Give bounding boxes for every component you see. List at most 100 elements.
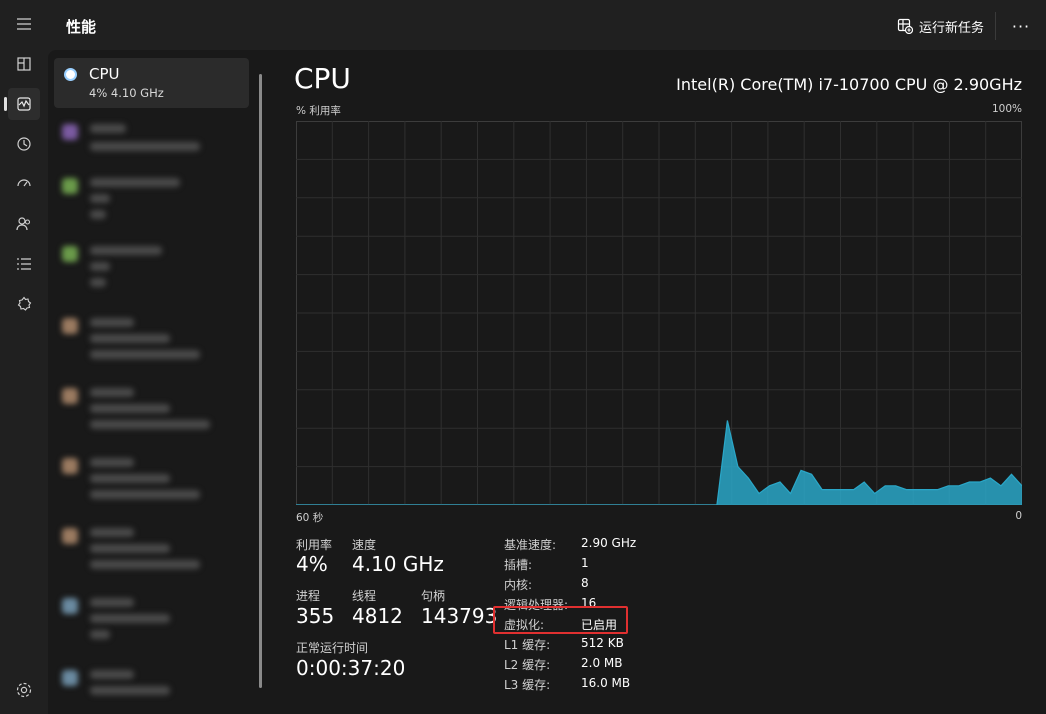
- threads-label: 线程: [352, 589, 377, 603]
- handles-value: 143793: [421, 604, 498, 628]
- services-icon[interactable]: [8, 288, 40, 320]
- spec-label: L2 缓存:: [504, 658, 551, 672]
- device-item-cpu[interactable]: CPU 4% 4.10 GHz: [54, 58, 249, 108]
- utilization-value: 4%: [296, 552, 328, 576]
- device-item-blurred[interactable]: [54, 590, 249, 640]
- blurred-text: [90, 124, 126, 133]
- blurred-text: [90, 598, 134, 607]
- blurred-text: [90, 178, 180, 187]
- device-color-icon: [62, 178, 78, 194]
- device-item-blurred[interactable]: [54, 662, 249, 712]
- blurred-text: [90, 458, 134, 467]
- device-item-blurred[interactable]: [54, 450, 249, 500]
- startup-apps-icon[interactable]: [8, 168, 40, 200]
- device-color-icon: [62, 528, 78, 544]
- uptime-value: 0:00:37:20: [296, 656, 406, 680]
- blurred-text: [90, 334, 170, 343]
- blurred-text: [90, 686, 170, 695]
- spec-value: 1: [581, 556, 589, 570]
- blurred-text: [90, 194, 110, 203]
- device-color-icon: [62, 598, 78, 614]
- device-name: CPU: [89, 65, 120, 83]
- settings-icon[interactable]: [14, 680, 34, 700]
- blurred-text: [90, 210, 106, 219]
- users-icon[interactable]: [8, 208, 40, 240]
- virtualization-highlight-box: [493, 606, 628, 634]
- spec-value: 16.0 MB: [581, 676, 631, 690]
- blurred-text: [90, 350, 200, 359]
- blurred-text: [90, 142, 200, 151]
- spec-value: 8: [581, 576, 589, 590]
- device-list-scrollbar[interactable]: [259, 74, 262, 688]
- blurred-text: [90, 490, 200, 499]
- spec-label: 内核:: [504, 578, 533, 592]
- blurred-text: [90, 420, 210, 429]
- blurred-text: [90, 388, 134, 397]
- chart-y-max-label: 100%: [991, 103, 1022, 115]
- device-item-blurred[interactable]: [54, 170, 249, 220]
- header-divider: [995, 12, 996, 40]
- utilization-label: 利用率: [296, 538, 333, 552]
- blurred-text: [90, 404, 170, 413]
- more-options-button[interactable]: ···: [1010, 16, 1032, 36]
- chart-x-left-label: 60 秒: [296, 512, 324, 524]
- run-task-icon: [897, 18, 913, 34]
- spec-value: 2.90 GHz: [581, 536, 637, 550]
- details-icon[interactable]: [8, 248, 40, 280]
- blurred-text: [90, 614, 170, 623]
- spec-value: 512 KB: [581, 636, 624, 650]
- device-item-blurred[interactable]: [54, 116, 249, 166]
- spec-value: 2.0 MB: [581, 656, 623, 670]
- spec-label: L1 缓存:: [504, 638, 551, 652]
- blurred-text: [90, 560, 200, 569]
- device-item-blurred[interactable]: [54, 310, 249, 360]
- device-color-icon: [62, 318, 78, 334]
- device-list: CPU 4% 4.10 GHz: [54, 58, 249, 714]
- run-task-label: 运行新任务: [918, 20, 984, 36]
- threads-value: 4812: [352, 604, 403, 628]
- device-color-icon: [62, 388, 78, 404]
- blurred-text: [90, 262, 110, 271]
- processes-label: 进程: [296, 589, 321, 603]
- spec-label: L3 缓存:: [504, 678, 551, 692]
- device-subtext: 4% 4.10 GHz: [89, 86, 164, 100]
- device-item-blurred[interactable]: [54, 238, 249, 288]
- blurred-text: [90, 544, 170, 553]
- uptime-label: 正常运行时间: [296, 641, 369, 655]
- spec-label: 基准速度:: [504, 538, 557, 552]
- device-item-blurred[interactable]: [54, 380, 249, 430]
- cpu-utilization-chart: [296, 121, 1022, 505]
- blurred-text: [90, 246, 162, 255]
- chart-grid: [296, 121, 1022, 505]
- blurred-text: [90, 528, 134, 537]
- speed-label: 速度: [352, 538, 377, 552]
- device-color-icon: [62, 124, 78, 140]
- cpu-title: CPU: [294, 62, 351, 95]
- hamburger-menu-icon[interactable]: [8, 8, 40, 40]
- cpu-model: Intel(R) Core(TM) i7-10700 CPU @ 2.90GHz: [676, 75, 1022, 94]
- blurred-text: [90, 630, 110, 639]
- blurred-text: [90, 670, 134, 679]
- processes-value: 355: [296, 604, 335, 628]
- handles-label: 句柄: [421, 589, 446, 603]
- device-color-icon: [62, 458, 78, 474]
- content-area: CPU 4% 4.10 GHz CPU Intel(R) Core(TM) i7…: [48, 50, 1046, 714]
- device-color-icon: [62, 670, 78, 686]
- processes-icon[interactable]: [8, 48, 40, 80]
- speed-value: 4.10 GHz: [352, 552, 444, 576]
- blurred-text: [90, 318, 134, 327]
- chart-x-right-label: 0: [1015, 510, 1022, 522]
- header-bar: 性能 运行新任务 ···: [48, 0, 1046, 50]
- spec-label: 插槽:: [504, 558, 533, 572]
- device-item-blurred[interactable]: [54, 520, 249, 570]
- blurred-text: [90, 474, 170, 483]
- cpu-indicator-icon: [64, 68, 77, 81]
- performance-icon[interactable]: [4, 88, 40, 120]
- navigation-rail: [0, 0, 48, 714]
- device-color-icon: [62, 246, 78, 262]
- app-history-icon[interactable]: [8, 128, 40, 160]
- blurred-text: [90, 278, 106, 287]
- chart-y-label: % 利用率: [296, 105, 341, 117]
- run-new-task-button[interactable]: 运行新任务: [897, 15, 984, 37]
- page-title: 性能: [66, 18, 97, 36]
